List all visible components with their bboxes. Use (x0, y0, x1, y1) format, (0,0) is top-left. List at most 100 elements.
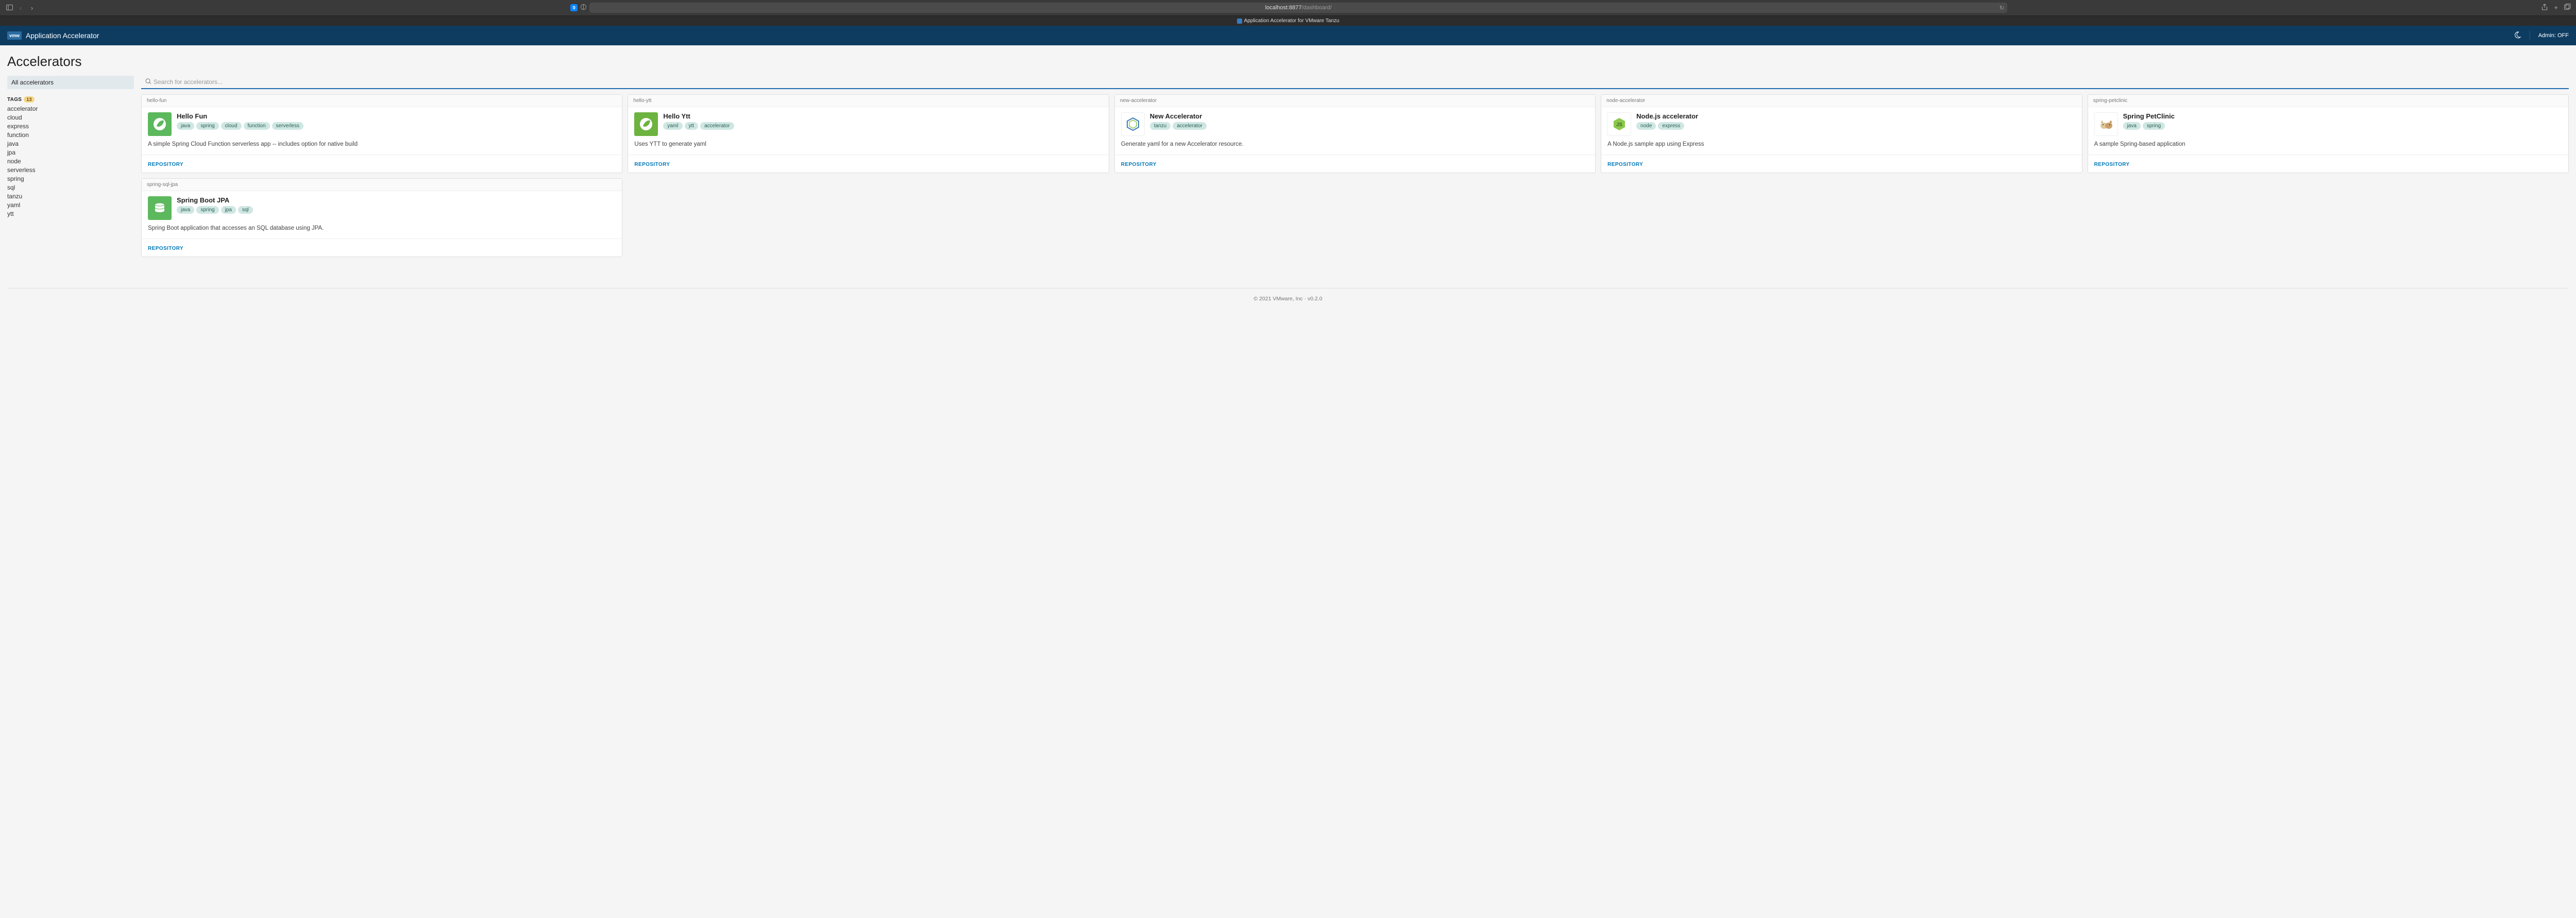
repository-link[interactable]: REPOSITORY (1607, 162, 1643, 167)
tags-heading: TAGS 13 (7, 96, 134, 103)
card-title: Spring Boot JPA (177, 196, 616, 204)
search-wrap (141, 76, 2569, 89)
tag-chip[interactable]: function (244, 122, 270, 130)
tag-chip[interactable]: jpa (221, 206, 236, 214)
accelerator-card-spring-petclinic[interactable]: spring-petclinic Spring PetClinic javasp… (2088, 94, 2569, 173)
tag-link-function[interactable]: function (7, 131, 134, 139)
tag-link-ytt[interactable]: ytt (7, 210, 134, 218)
reader-icon[interactable] (581, 4, 586, 11)
card-description: Generate yaml for a new Accelerator reso… (1121, 140, 1589, 148)
tag-chip[interactable]: spring (196, 122, 218, 130)
tag-chip[interactable]: cloud (221, 122, 242, 130)
tag-chip[interactable]: java (177, 122, 194, 130)
card-icon (2094, 112, 2118, 136)
forward-button[interactable]: › (28, 4, 36, 12)
tag-chip[interactable]: ytt (685, 122, 699, 130)
card-tags: javaspringjpasql (177, 206, 616, 214)
sidebar-toggle-icon[interactable] (5, 4, 13, 12)
tabs-icon[interactable] (2564, 4, 2571, 12)
repository-link[interactable]: REPOSITORY (1121, 162, 1157, 167)
repository-link[interactable]: REPOSITORY (2094, 162, 2130, 167)
card-tags: tanzuaccelerator (1150, 122, 1589, 130)
accelerator-card-spring-sql-jpa[interactable]: spring-sql-jpa Spring Boot JPA javasprin… (141, 178, 622, 257)
url-bar[interactable]: localhost:8877/dashboard/ ↻ (589, 3, 2007, 13)
tag-list: acceleratorcloudexpressfunctionjavajpano… (7, 105, 134, 218)
reload-icon[interactable]: ↻ (1999, 5, 2004, 11)
tag-link-jpa[interactable]: jpa (7, 148, 134, 157)
card-slug: hello-ytt (628, 95, 1108, 107)
tag-chip[interactable]: tanzu (1150, 122, 1171, 130)
card-slug: spring-sql-jpa (142, 179, 622, 191)
card-title: Hello Ytt (663, 112, 1102, 120)
url-bar-group: 0 localhost:8877/dashboard/ ↻ (570, 3, 2007, 13)
dark-mode-toggle[interactable] (2514, 31, 2521, 40)
card-description: Uses YTT to generate yaml (634, 140, 1102, 148)
search-icon (145, 78, 151, 86)
app-header: vmw Application Accelerator Admin: OFF (0, 26, 2576, 45)
card-title: Hello Fun (177, 112, 616, 120)
page-body: Accelerators All accelerators TAGS 13 ac… (0, 45, 2576, 273)
tag-chip[interactable]: spring (2143, 122, 2165, 130)
browser-toolbar: ‹ › 0 localhost:8877/dashboard/ ↻ + (0, 0, 2576, 15)
url-path: /dashboard/ (1302, 5, 1332, 11)
tag-chip[interactable]: sql (238, 206, 253, 214)
search-input[interactable] (141, 76, 2569, 88)
card-icon (148, 112, 172, 136)
new-tab-icon[interactable]: + (2554, 4, 2558, 12)
share-icon[interactable] (2541, 4, 2548, 12)
tag-chip[interactable]: express (1658, 122, 1684, 130)
tag-chip[interactable]: accelerator (700, 122, 734, 130)
tag-chip[interactable]: spring (196, 206, 218, 214)
browser-tab-bar: Application Accelerator for VMware Tanzu (0, 15, 2576, 26)
tag-link-node[interactable]: node (7, 157, 134, 165)
tag-link-java[interactable]: java (7, 140, 134, 148)
repository-link[interactable]: REPOSITORY (148, 246, 183, 251)
tag-chip[interactable]: yaml (663, 122, 682, 130)
card-icon (148, 196, 172, 220)
tag-chip[interactable]: node (1636, 122, 1656, 130)
tags-count-badge: 13 (24, 96, 35, 103)
card-icon (634, 112, 658, 136)
card-icon (1121, 112, 1145, 136)
tag-chip[interactable]: serverless (272, 122, 304, 130)
repository-link[interactable]: REPOSITORY (634, 162, 670, 167)
tab-favicon-icon (1237, 19, 1242, 24)
card-title: Spring PetClinic (2123, 112, 2562, 120)
tag-link-spring[interactable]: spring (7, 175, 134, 183)
tracker-badge[interactable]: 0 (570, 4, 578, 11)
tag-link-tanzu[interactable]: tanzu (7, 192, 134, 200)
card-grid: hello-fun Hello Fun javaspringcloudfunct… (141, 94, 2569, 257)
card-tags: javaspring (2123, 122, 2562, 130)
back-button[interactable]: ‹ (16, 4, 25, 12)
svg-text:JS: JS (1616, 122, 1623, 128)
card-description: A Node.js sample app using Express (1607, 140, 2075, 148)
tag-link-sql[interactable]: sql (7, 183, 134, 192)
all-accelerators-link[interactable]: All accelerators (7, 76, 134, 89)
tag-link-cloud[interactable]: cloud (7, 113, 134, 122)
accelerator-card-hello-fun[interactable]: hello-fun Hello Fun javaspringcloudfunct… (141, 94, 622, 173)
admin-status[interactable]: Admin: OFF (2538, 32, 2569, 39)
card-title: Node.js accelerator (1636, 112, 2075, 120)
card-slug: new-accelerator (1115, 95, 1595, 107)
tags-label: TAGS (7, 97, 22, 103)
tag-link-accelerator[interactable]: accelerator (7, 105, 134, 113)
card-tags: yamlyttaccelerator (663, 122, 1102, 130)
accelerator-card-new-accelerator[interactable]: new-accelerator New Accelerator tanzuacc… (1114, 94, 1596, 173)
tag-link-yaml[interactable]: yaml (7, 201, 134, 209)
tag-chip[interactable]: java (177, 206, 194, 214)
accelerator-card-hello-ytt[interactable]: hello-ytt Hello Ytt yamlyttaccelerator U… (628, 94, 1109, 173)
repository-link[interactable]: REPOSITORY (148, 162, 183, 167)
sidebar: All accelerators TAGS 13 acceleratorclou… (7, 76, 134, 257)
tag-chip[interactable]: java (2123, 122, 2141, 130)
tag-link-serverless[interactable]: serverless (7, 166, 134, 174)
card-tags: nodeexpress (1636, 122, 2075, 130)
tag-chip[interactable]: accelerator (1173, 122, 1206, 130)
app-title: Application Accelerator (26, 31, 99, 40)
card-tags: javaspringcloudfunctionserverless (177, 122, 616, 130)
card-description: A simple Spring Cloud Function serverles… (148, 140, 616, 148)
tab-title[interactable]: Application Accelerator for VMware Tanzu (1244, 18, 1340, 24)
browser-right-controls: + (2541, 4, 2571, 12)
accelerator-card-node-accelerator[interactable]: node-accelerator JS Node.js accelerator … (1601, 94, 2082, 173)
tag-link-express[interactable]: express (7, 122, 134, 130)
card-title: New Accelerator (1150, 112, 1589, 120)
